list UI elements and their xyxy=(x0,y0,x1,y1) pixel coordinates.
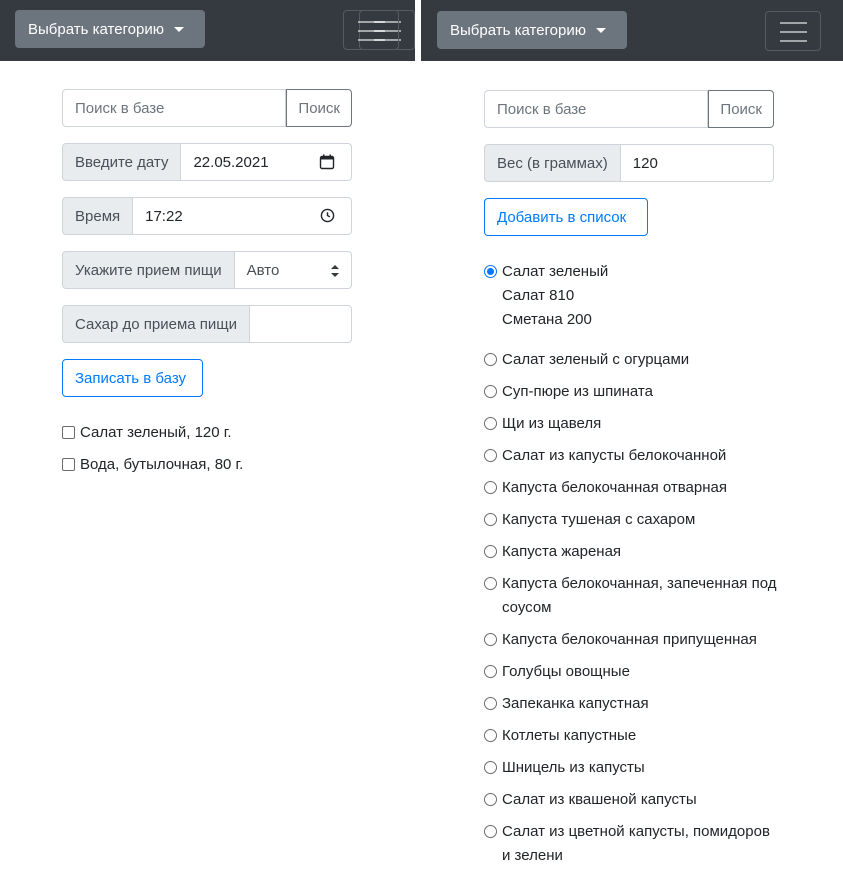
radio-button[interactable] xyxy=(484,633,497,646)
selected-title: Салат зеленый xyxy=(502,263,609,280)
navbar: Выбрать категорию xyxy=(421,0,843,61)
radio-button[interactable] xyxy=(484,417,497,430)
navbar-toggler-button-left[interactable] xyxy=(343,10,399,50)
time-input[interactable]: 17:22 xyxy=(133,197,352,235)
radio-button[interactable] xyxy=(484,761,497,774)
radio-option: Салат из цветной капусты, помидоров и зе… xyxy=(484,820,777,868)
list-item-label: Салат зеленый, 120 г. xyxy=(80,424,232,441)
time-group: Время 17:22 xyxy=(62,197,352,235)
search-button[interactable]: Поиск xyxy=(286,89,352,127)
radio-option-label: Салат из капусты белокочанной xyxy=(502,447,727,464)
date-label: Введите дату xyxy=(62,143,182,181)
list-item: Салат зеленый, 120 г. xyxy=(62,424,232,441)
radio-option-label: Салат зеленый с огурцами xyxy=(502,351,690,368)
radio-button[interactable] xyxy=(484,385,497,398)
radio-option: Шницель из капусты xyxy=(484,756,777,780)
navbar-toggler-button[interactable] xyxy=(765,11,821,51)
radio-option-label: Шницель из капусты xyxy=(502,759,645,776)
radio-option-label: Капуста белокочанная припущенная xyxy=(502,631,757,648)
radio-option-label: Салат из цветной капусты, помидоров и зе… xyxy=(502,823,770,864)
caret-down-icon xyxy=(174,26,184,32)
radio-button[interactable] xyxy=(484,729,497,742)
radio-button[interactable] xyxy=(484,481,497,494)
radio-option: Котлеты капустные xyxy=(484,724,777,748)
radio-button[interactable] xyxy=(484,265,497,278)
radio-option-label: Капуста тушеная с сахаром xyxy=(502,511,696,528)
search-input[interactable]: Поиск в базе xyxy=(62,89,287,127)
sugar-group: Сахар до приема пищи xyxy=(62,305,352,343)
date-input[interactable]: 22.05.2021 xyxy=(181,143,352,181)
meal-select-value: Авто xyxy=(246,261,280,279)
radio-option-label: Щи из щавеля xyxy=(502,415,602,432)
radio-button[interactable] xyxy=(484,353,497,366)
add-to-list-button[interactable]: Добавить в список xyxy=(484,198,648,236)
clock-icon[interactable] xyxy=(320,208,335,223)
radio-option: Салат из квашеной капусты xyxy=(484,788,777,812)
radio-option: Капуста белокочанная припущенная xyxy=(484,628,777,652)
save-to-db-button[interactable]: Записать в базу xyxy=(62,359,203,397)
meal-label: Укажите прием пищи xyxy=(62,251,235,289)
radio-option: Запеканка капустная xyxy=(484,692,777,716)
radio-option: Салат из капусты белокочанной xyxy=(484,444,777,468)
sort-arrows-icon xyxy=(331,265,339,277)
weight-group: Вес (в граммах) 120 xyxy=(484,144,774,182)
radio-option-label: Запеканка капустная xyxy=(502,695,649,712)
radio-option-label: Салат из квашеной капусты xyxy=(502,791,697,808)
radio-option-label: Голубцы овощные xyxy=(502,663,630,680)
radio-option-selected: Салат зеленый Салат 810 Сметана 200 xyxy=(484,260,777,332)
weight-label: Вес (в граммах) xyxy=(484,144,621,182)
selected-detail: Сметана 200 xyxy=(502,311,592,328)
item-checkbox[interactable] xyxy=(62,458,75,471)
radio-button[interactable] xyxy=(484,513,497,526)
date-group: Введите дату 22.05.2021 xyxy=(62,143,352,181)
sugar-label: Сахар до приема пищи xyxy=(62,305,251,343)
radio-option: Капуста белокочанная отварная xyxy=(484,476,777,500)
category-button-label: Выбрать категорию xyxy=(450,21,586,39)
radio-option: Капуста жареная xyxy=(484,540,777,564)
radio-option: Салат зеленый с огурцами xyxy=(484,348,777,372)
search-input[interactable]: Поиск в базе xyxy=(484,90,709,128)
radio-option-label: Капуста жареная xyxy=(502,543,622,560)
radio-option-label: Суп-пюре из шпината xyxy=(502,383,653,400)
list-item-label: Вода, бутылочная, 80 г. xyxy=(80,456,244,473)
selected-detail: Салат 810 xyxy=(502,287,575,304)
menu-icon xyxy=(358,21,385,41)
radio-option-label: Капуста белокочанная, запеченная под соу… xyxy=(502,575,777,616)
radio-button[interactable] xyxy=(484,577,497,590)
radio-option: Голубцы овощные xyxy=(484,660,777,684)
radio-option: Суп-пюре из шпината xyxy=(484,380,777,404)
radio-button[interactable] xyxy=(484,545,497,558)
radio-option: Капуста тушеная с сахаром xyxy=(484,508,777,532)
category-dropdown-button[interactable]: Выбрать категорию xyxy=(15,10,205,48)
list-item: Вода, бутылочная, 80 г. xyxy=(62,456,243,473)
radio-button[interactable] xyxy=(484,793,497,806)
search-button[interactable]: Поиск xyxy=(708,90,774,128)
radio-button[interactable] xyxy=(484,825,497,838)
time-label: Время xyxy=(62,197,134,235)
radio-option-label: Котлеты капустные xyxy=(502,727,637,744)
meal-select[interactable]: Авто xyxy=(234,251,352,289)
sugar-input[interactable] xyxy=(250,305,352,343)
weight-input[interactable]: 120 xyxy=(620,144,774,182)
radio-option: Капуста белокочанная, запеченная под соу… xyxy=(484,572,777,620)
date-value: 22.05.2021 xyxy=(193,153,269,171)
time-value: 17:22 xyxy=(145,207,183,225)
radio-option: Щи из щавеля xyxy=(484,412,777,436)
radio-button[interactable] xyxy=(484,449,497,462)
radio-option-label: Капуста белокочанная отварная xyxy=(502,479,727,496)
radio-button[interactable] xyxy=(484,697,497,710)
category-button-label: Выбрать категорию xyxy=(28,20,164,38)
radio-option-label: Салат зеленый Салат 810 Сметана 200 xyxy=(502,260,777,332)
meal-group: Укажите прием пищи Авто xyxy=(62,251,352,289)
search-group: Поиск в базе Поиск xyxy=(484,90,774,128)
calendar-icon[interactable] xyxy=(319,154,335,170)
item-checkbox[interactable] xyxy=(62,426,75,439)
category-dropdown-button[interactable]: Выбрать категорию xyxy=(437,11,627,49)
menu-icon xyxy=(780,22,807,42)
caret-down-icon xyxy=(596,27,606,33)
radio-button[interactable] xyxy=(484,665,497,678)
search-group: Поиск в базе Поиск xyxy=(62,89,352,127)
